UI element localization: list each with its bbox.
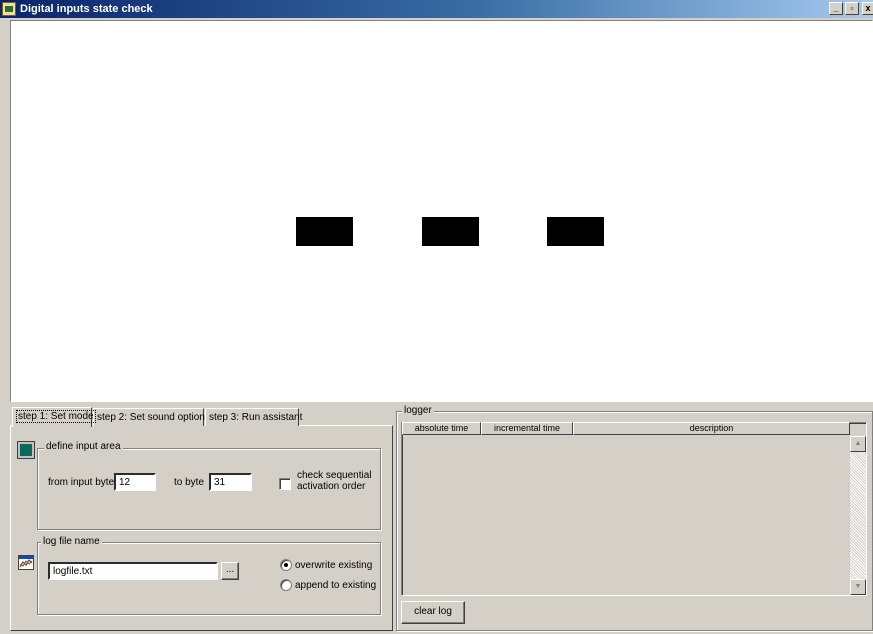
logger-list[interactable] xyxy=(401,422,867,596)
logger-caption: logger xyxy=(402,405,434,416)
overwrite-radio[interactable] xyxy=(280,559,292,571)
input-indicator xyxy=(296,217,353,246)
tab-set-mode[interactable]: step 1: Set mode xyxy=(12,407,96,427)
minimize-button[interactable]: _ xyxy=(829,2,843,15)
to-byte-label: to byte xyxy=(174,477,205,488)
input-display-area xyxy=(10,20,873,402)
sequential-order-label-line1: check sequential xyxy=(297,470,372,481)
to-byte-input[interactable] xyxy=(209,473,252,491)
scroll-down-icon[interactable]: ▼ xyxy=(850,579,866,595)
input-area-caption: define input area xyxy=(44,441,123,452)
input-indicator xyxy=(422,217,479,246)
column-header-incremental-time[interactable]: incremental time xyxy=(481,422,573,435)
tab-sound-options[interactable]: step 2: Set sound options xyxy=(93,408,210,426)
overwrite-label: overwrite existing xyxy=(295,560,373,571)
sequential-order-label-line2: activation order xyxy=(297,481,366,492)
append-label: append to existing xyxy=(295,580,377,591)
restore-button[interactable]: ▫ xyxy=(845,2,859,15)
input-indicator xyxy=(547,217,604,246)
window-title: Digital inputs state check xyxy=(20,3,153,15)
append-radio[interactable] xyxy=(280,579,292,591)
from-byte-input[interactable] xyxy=(114,473,156,491)
log-file-caption: log file name xyxy=(41,536,102,547)
column-header-absolute-time[interactable]: absolute time xyxy=(402,422,481,435)
tab-run-assistant[interactable]: step 3: Run assistant xyxy=(205,408,302,426)
clear-log-button[interactable]: clear log xyxy=(401,601,465,624)
browse-button[interactable]: ... xyxy=(221,562,239,580)
app-icon xyxy=(2,2,16,16)
sequential-order-label: check sequential activation order xyxy=(297,470,372,492)
title-bar: Digital inputs state check _ ▫ x xyxy=(0,0,873,18)
sequential-order-checkbox[interactable] xyxy=(279,478,291,490)
logger-scrollbar[interactable] xyxy=(850,436,866,595)
from-byte-label: from input byte xyxy=(48,477,115,488)
scroll-up-icon[interactable]: ▲ xyxy=(850,436,866,452)
column-header-description[interactable]: description xyxy=(573,422,850,435)
close-button[interactable]: x xyxy=(862,2,873,15)
tab-label: step 1: Set mode xyxy=(16,410,96,423)
input-area-icon xyxy=(17,441,35,459)
log-file-input[interactable] xyxy=(48,562,218,580)
log-file-icon xyxy=(18,555,34,570)
